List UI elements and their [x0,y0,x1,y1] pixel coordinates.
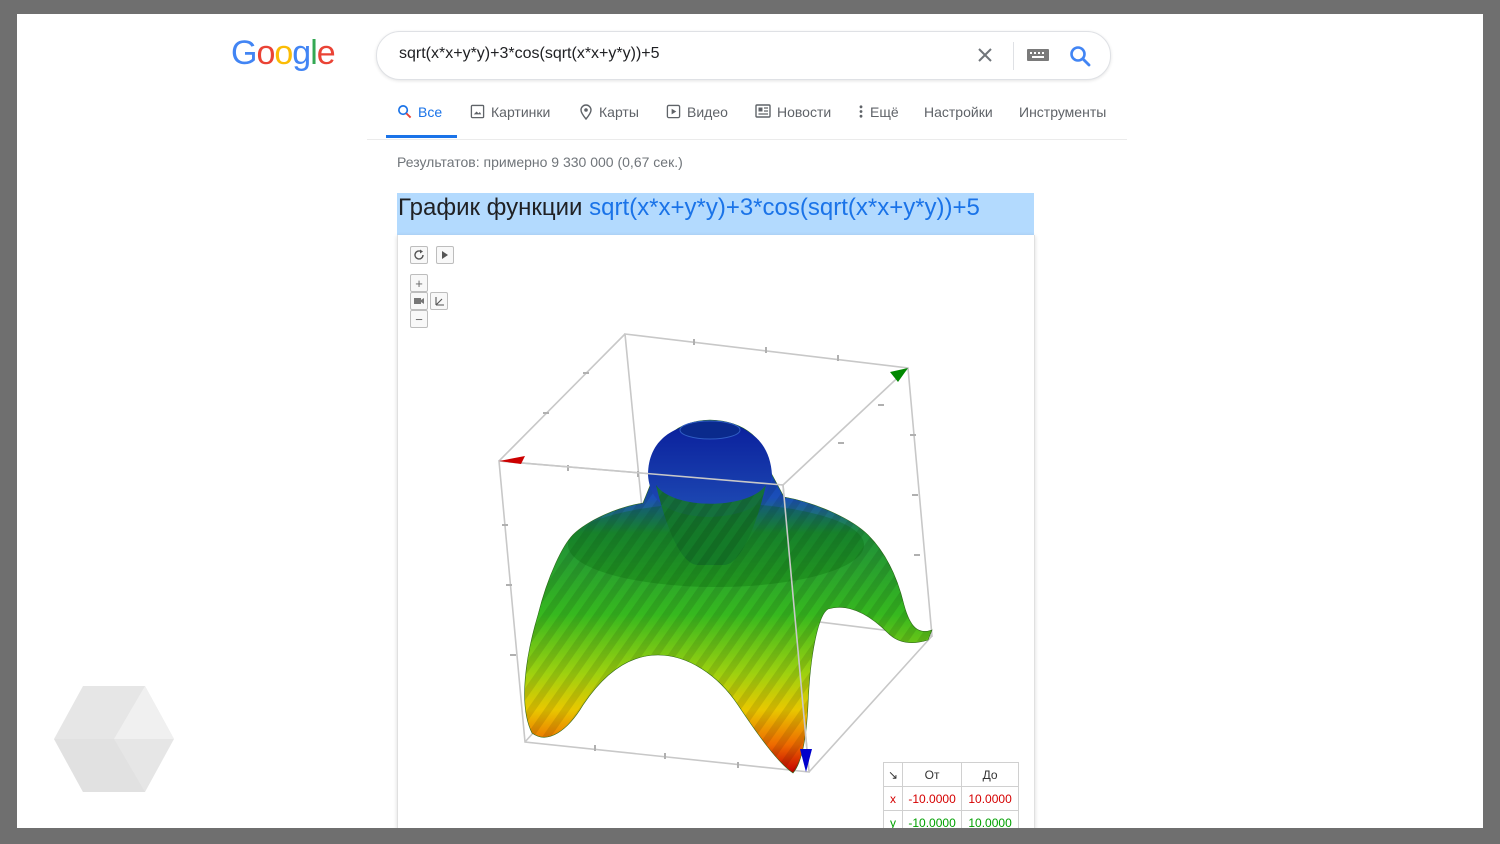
tab-label: Карты [599,104,639,120]
z-axis-arrow [800,749,812,772]
search-tabs: Все Картинки Карты Видео Новости Ещё Нас… [387,104,1147,140]
function-surface [524,419,933,774]
divider [1013,42,1014,70]
tab-label: Инструменты [1019,104,1107,120]
tab-label: Новости [777,104,832,120]
tab-tools[interactable]: Инструменты [1019,104,1106,140]
range-row-y: y -10.0000 10.0000 [882,810,1020,828]
surface-plot[interactable] [398,235,1034,828]
tab-label: Все [418,104,443,120]
search-input[interactable]: sqrt(x*x+y*y)+3*cos(sqrt(x*x+y*y))+5 [399,45,660,63]
result-stats: Результатов: примерно 9 330 000 (0,67 се… [397,154,683,170]
tab-maps[interactable]: Карты [579,104,639,140]
browser-screen: Google sqrt(x*x+y*y)+3*cos(sqrt(x*x+y*y)… [17,14,1483,828]
tab-images[interactable]: Картинки [470,104,550,140]
news-icon [755,104,771,118]
graph-heading: График функции sqrt(x*x+y*y)+3*cos(sqrt(… [398,194,980,222]
keyboard-icon[interactable] [1025,45,1051,65]
camera-icon[interactable] [410,292,428,310]
range-x-to[interactable]: 10.0000 [961,786,1020,811]
heading-function: sqrt(x*x+y*y)+3*cos(sqrt(x*x+y*y))+5 [589,194,980,221]
tab-label: Настройки [924,104,993,120]
range-y-from[interactable]: -10.0000 [902,810,963,828]
tab-more[interactable]: Ещё [858,104,899,140]
y-axis-arrow [890,368,908,382]
more-vert-icon [859,105,863,118]
divider [367,139,1127,140]
video-icon [666,104,681,119]
range-table: ↘ От До x -10.0000 10.0000 y -10.0000 10… [882,762,1020,828]
range-header-from: От [902,762,963,787]
tab-label: Ещё [870,104,899,120]
tab-settings[interactable]: Настройки [924,104,993,140]
tab-news[interactable]: Новости [755,104,831,140]
google-logo[interactable]: Google [231,34,336,73]
axes-toggle-icon[interactable] [430,292,448,310]
range-corner-icon[interactable]: ↘ [882,762,904,787]
logo-letter: g [292,34,311,72]
logo-letter: G [231,34,257,72]
tab-video[interactable]: Видео [666,104,728,140]
reset-view-button[interactable] [410,246,428,264]
range-row-x: x -10.0000 10.0000 [882,786,1020,811]
search-icon [398,105,412,119]
range-y-to[interactable]: 10.0000 [961,810,1020,828]
map-pin-icon [580,104,592,120]
logo-letter: o [256,34,275,72]
zoom-out-button[interactable]: − [410,310,428,328]
search-icon[interactable] [1067,43,1093,69]
zoom-in-button[interactable]: + [410,274,428,292]
image-icon [470,104,485,119]
range-x-from[interactable]: -10.0000 [902,786,963,811]
watermark-logo [54,686,174,792]
logo-letter: o [274,34,293,72]
search-box[interactable]: sqrt(x*x+y*y)+3*cos(sqrt(x*x+y*y))+5 [376,31,1111,80]
play-button[interactable] [436,246,454,264]
heading-prefix: График функции [398,194,590,221]
range-header-row: ↘ От До [882,762,1020,787]
range-axis-label: y [882,810,904,828]
tab-label: Видео [687,104,728,120]
clear-icon[interactable] [973,43,997,67]
tab-label: Картинки [491,104,551,120]
active-tab-indicator [386,135,457,138]
graph-panel[interactable]: + − ↘ От До x -10.0000 10.0000 y -10.000… [397,235,1035,828]
range-header-to: До [961,762,1020,787]
range-axis-label: x [882,786,904,811]
logo-letter: e [316,34,336,72]
